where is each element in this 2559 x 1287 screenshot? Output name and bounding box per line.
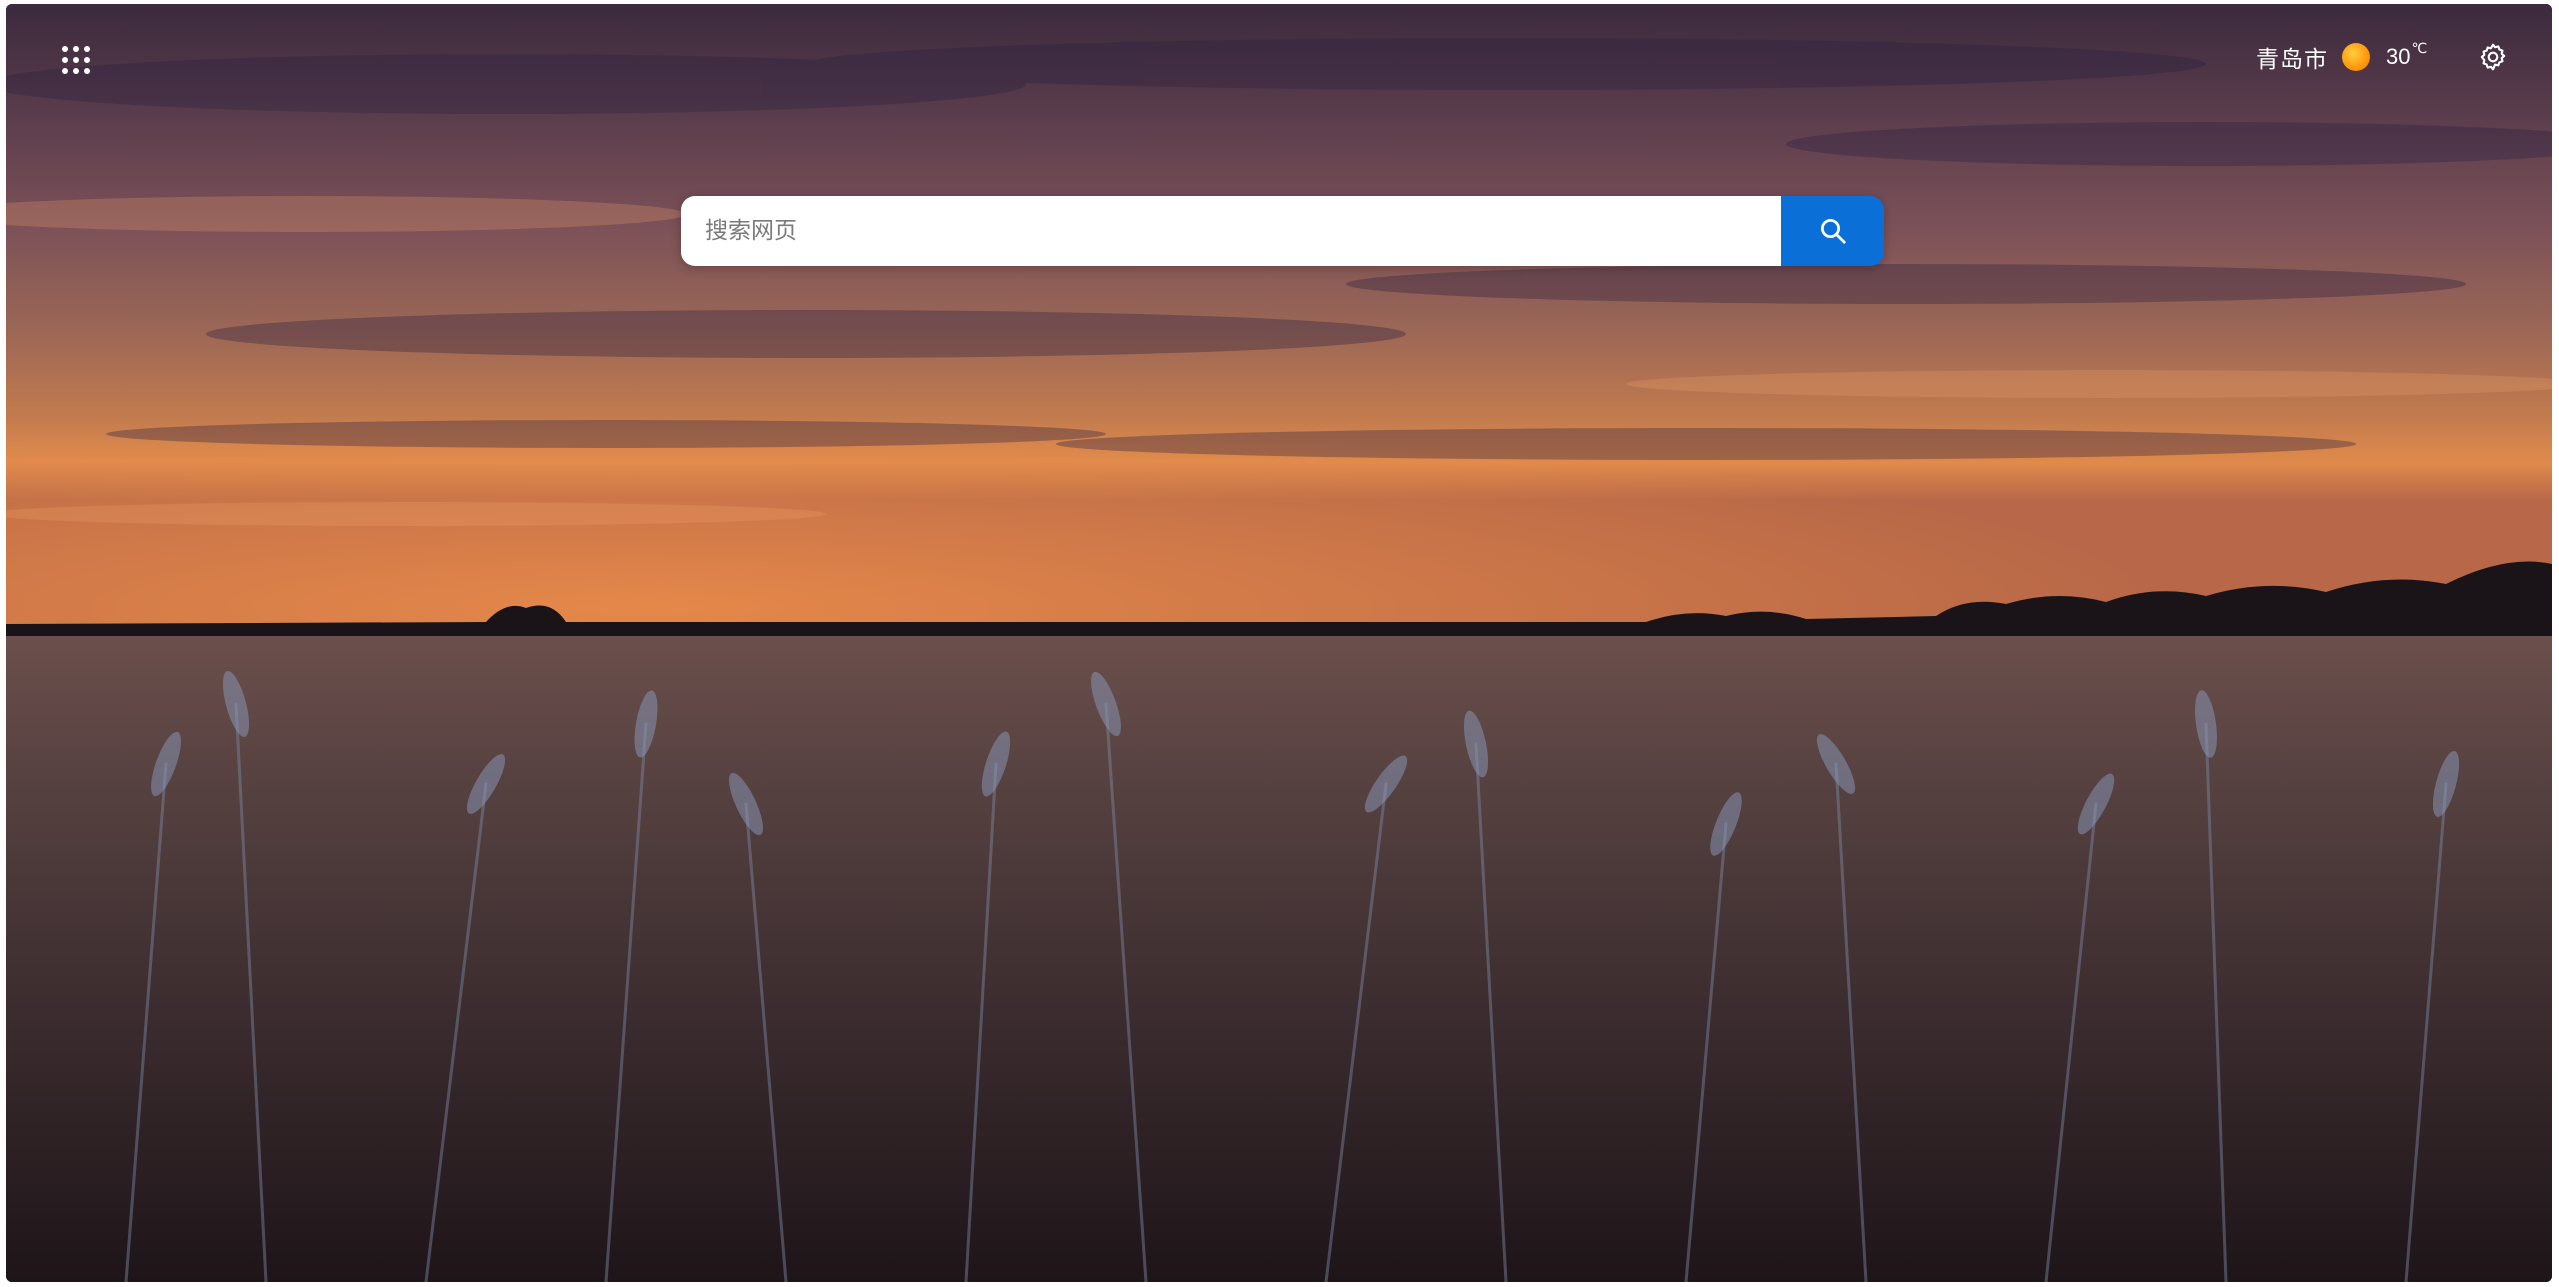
weather-temperature: 30℃	[2386, 40, 2428, 69]
search-bar	[681, 196, 1884, 266]
apps-button[interactable]	[50, 34, 102, 86]
search-icon	[1820, 219, 1846, 244]
weather-unit: ℃	[2411, 40, 2428, 56]
weather-city: 青岛市	[2256, 46, 2328, 72]
sun-icon	[2342, 43, 2370, 71]
search-button[interactable]	[1781, 196, 1884, 266]
search-input[interactable]	[681, 196, 1781, 266]
new-tab-page: 青岛市 30℃	[6, 4, 2552, 1282]
apps-grid-icon	[62, 46, 90, 74]
gear-icon	[2480, 43, 2506, 71]
settings-button[interactable]	[2470, 34, 2516, 80]
weather-widget[interactable]: 青岛市 30℃	[2256, 36, 2427, 78]
